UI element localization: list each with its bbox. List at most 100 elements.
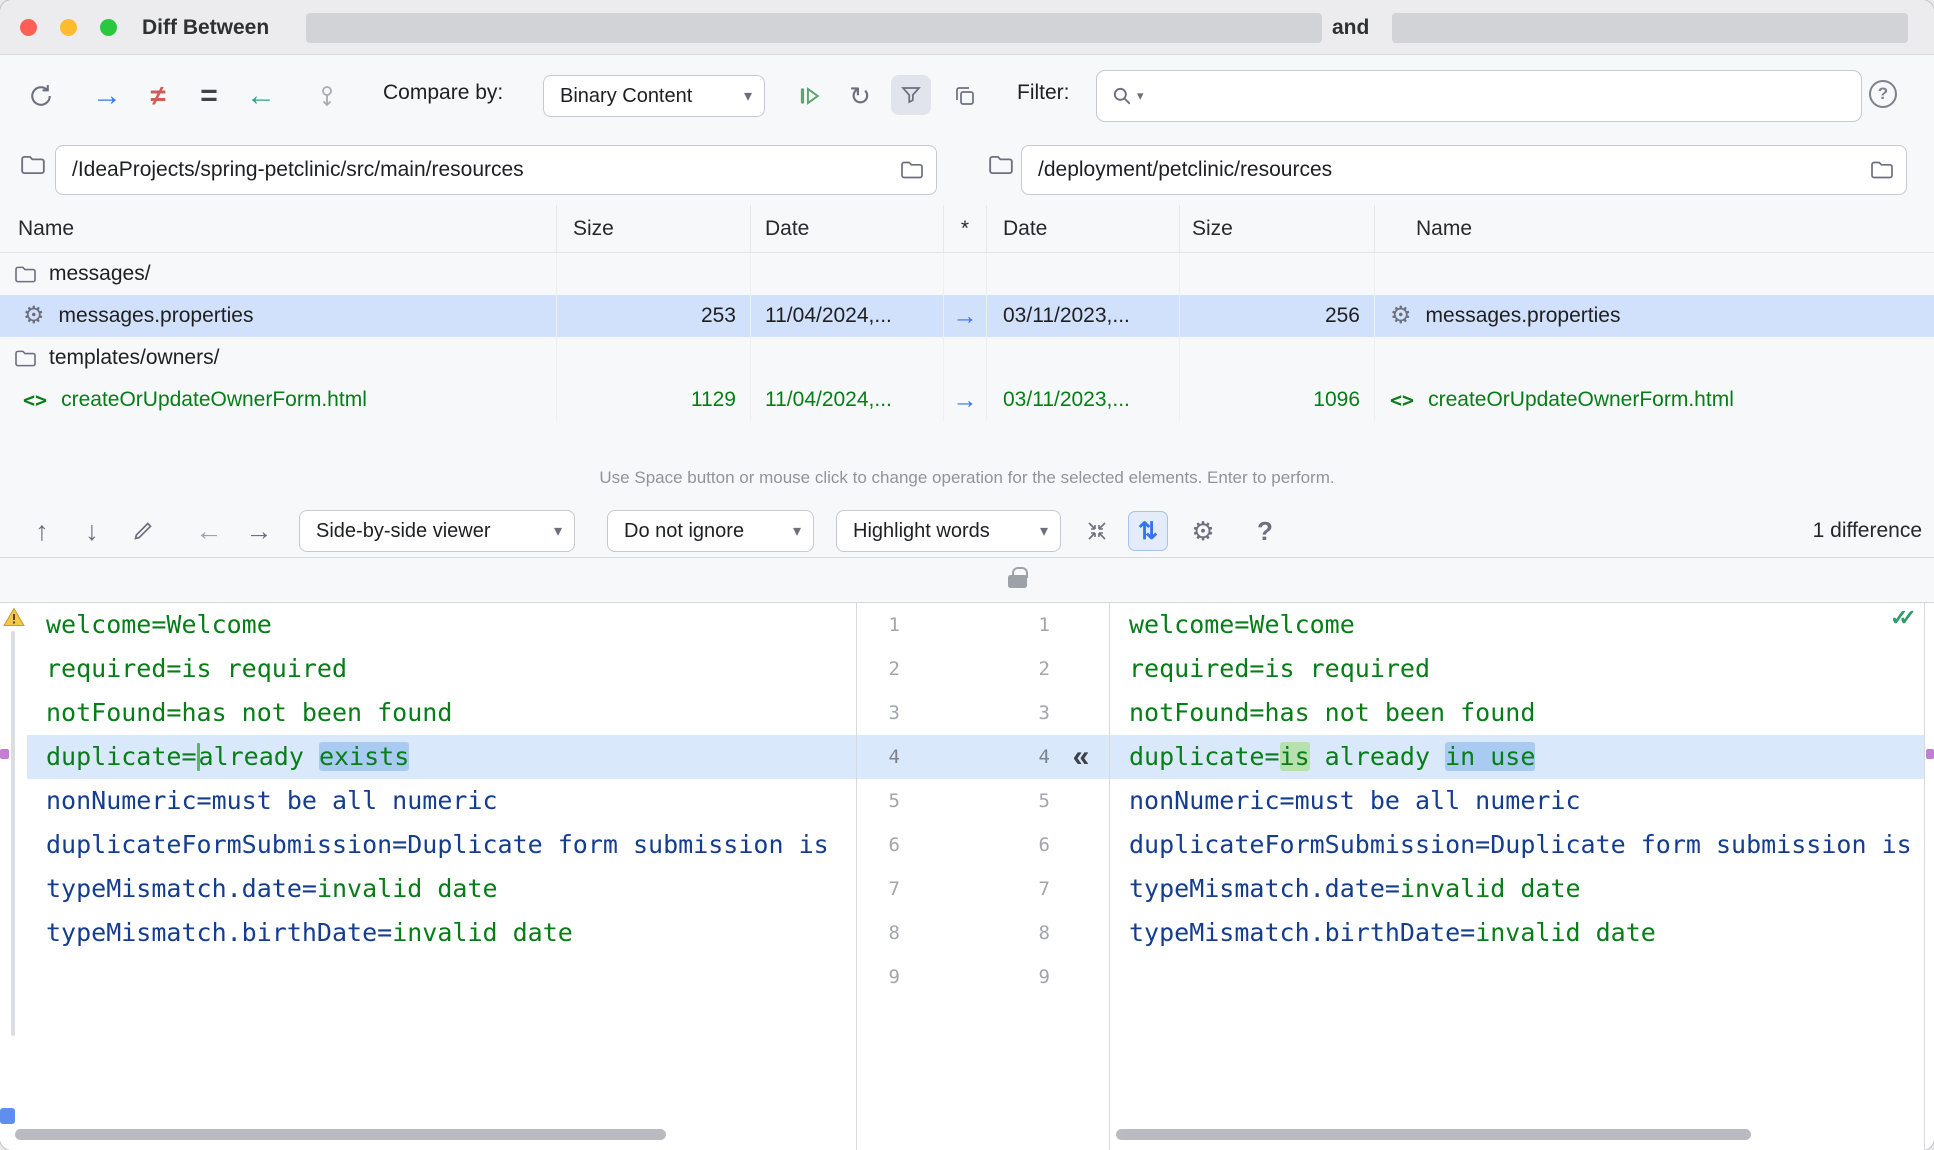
diff-window: Diff Between and → ≠ = ← Compare by: Bin…: [0, 0, 1934, 1150]
table-row[interactable]: ⚙ messages.properties 253 11/04/2024,... → 03…: [0, 295, 1934, 337]
column-header-date-left[interactable]: Date: [751, 205, 944, 252]
browse-folder-icon[interactable]: [1870, 160, 1894, 180]
help-button[interactable]: ?: [1869, 80, 1897, 108]
filter-search-input[interactable]: ▾: [1096, 70, 1862, 122]
compare-by-select[interactable]: Binary Content ▾: [543, 75, 765, 117]
column-header-name-left[interactable]: Name: [0, 205, 557, 252]
code-line[interactable]: required=is required: [27, 647, 856, 691]
apply-change-to-left-button[interactable]: «: [1058, 735, 1104, 779]
left-path-input[interactable]: /IdeaProjects/spring-petclinic/src/main/…: [55, 145, 937, 195]
operation-arrow-icon[interactable]: →: [953, 387, 978, 413]
header-label: Date: [1003, 216, 1048, 240]
warning-icon[interactable]: [3, 607, 25, 632]
change-marker[interactable]: [0, 749, 9, 759]
column-header-size-left[interactable]: Size: [557, 205, 751, 252]
code-line[interactable]: typeMismatch.date=invalid date: [1110, 867, 1924, 911]
table-row[interactable]: messages/: [0, 253, 1934, 295]
ignore-mode-select[interactable]: Do not ignore ▾: [607, 510, 814, 552]
close-button[interactable]: [20, 19, 37, 36]
collapse-unchanged-button[interactable]: [1078, 512, 1116, 550]
column-header-date-right[interactable]: Date: [987, 205, 1180, 252]
table-row[interactable]: <> createOrUpdateOwnerForm.html 1129 11/04/…: [0, 379, 1934, 421]
browse-folder-icon[interactable]: [900, 160, 924, 180]
change-marker[interactable]: [1926, 749, 1934, 759]
table-cell: 1129: [557, 379, 751, 421]
horizontal-scrollbar-right[interactable]: [1116, 1129, 1751, 1140]
pin-scroll-button[interactable]: [308, 77, 346, 115]
line-number-left: 6: [888, 834, 900, 856]
table-cell: [1375, 337, 1934, 379]
column-header-operation[interactable]: *: [944, 205, 987, 252]
table-cell: [1180, 253, 1375, 295]
table-cell: [557, 337, 751, 379]
file-date: 11/04/2024,...: [765, 304, 892, 327]
code-segment: duplicateFormSubmission=Duplicate form s…: [1129, 830, 1912, 859]
synchronize-button[interactable]: [22, 77, 60, 115]
code-line[interactable]: duplicateFormSubmission=Duplicate form s…: [1110, 823, 1924, 867]
highlight-mode-select[interactable]: Highlight words ▾: [836, 510, 1061, 552]
code-line[interactable]: nonNumeric=must be all numeric: [1110, 779, 1924, 823]
arrow-left-icon: ←: [195, 515, 223, 546]
edit-source-button[interactable]: [124, 512, 162, 550]
copy-to-right-button[interactable]: →: [88, 77, 126, 115]
table-cell: 1096: [1180, 379, 1375, 421]
run-comparison-button[interactable]: [790, 77, 828, 115]
code-line[interactable]: welcome=Welcome: [27, 603, 856, 647]
column-header-name-right[interactable]: Name: [1375, 205, 1934, 252]
next-difference-button[interactable]: →: [240, 512, 278, 550]
rescan-button[interactable]: ↻: [841, 77, 879, 115]
left-editor-pane[interactable]: welcome=Welcome required=is required notFo…: [27, 603, 857, 1150]
move-down-button[interactable]: ↓: [73, 512, 111, 550]
code-line[interactable]: nonNumeric=must be all numeric: [27, 779, 856, 823]
table-cell: 11/04/2024,...: [751, 295, 944, 337]
code-line[interactable]: welcome=Welcome: [1110, 603, 1924, 647]
move-up-button[interactable]: ↑: [23, 512, 61, 550]
previous-difference-button[interactable]: ←: [190, 512, 228, 550]
right-path-input[interactable]: /deployment/petclinic/resources: [1021, 145, 1907, 195]
code-line[interactable]: duplicateFormSubmission=Duplicate form s…: [27, 823, 856, 867]
code-line[interactable]: notFound=has not been found: [27, 691, 856, 735]
synchronize-scrolling-toggle[interactable]: ⇅: [1128, 511, 1168, 551]
code-line[interactable]: duplicate=is already in use: [1110, 735, 1924, 779]
titlebar[interactable]: Diff Between and: [0, 0, 1934, 55]
column-header-size-right[interactable]: Size: [1180, 205, 1375, 252]
equal-filter-button[interactable]: =: [190, 77, 228, 115]
file-size: 1096: [1313, 388, 1360, 411]
table-cell: [944, 253, 987, 295]
code-line[interactable]: typeMismatch.birthDate=invalid date: [27, 911, 856, 955]
right-editor-pane[interactable]: welcome=Welcome required=is required notFo…: [1110, 603, 1925, 1150]
table-row[interactable]: templates/owners/: [0, 337, 1934, 379]
code-segment: required=is required: [46, 654, 348, 683]
horizontal-scrollbar-left[interactable]: [15, 1129, 666, 1140]
code-line[interactable]: required=is required: [1110, 647, 1924, 691]
line-number-right: 9: [1038, 966, 1050, 988]
copy-button[interactable]: [946, 77, 984, 115]
operation-arrow-icon[interactable]: →: [953, 303, 978, 329]
folder-name: templates/owners/: [49, 346, 220, 369]
not-equal-filter-button[interactable]: ≠: [139, 77, 177, 115]
code-segment: is: [1279, 742, 1310, 771]
line-number-right: 6: [1038, 834, 1050, 856]
copy-to-left-button[interactable]: ←: [242, 77, 280, 115]
code-segment: in use: [1445, 742, 1536, 771]
header-label: Size: [573, 216, 614, 240]
pencil-icon: [134, 522, 152, 540]
code-line[interactable]: duplicate=already exists: [27, 735, 856, 779]
editor-settings-button[interactable]: ⚙: [1184, 512, 1222, 550]
zoom-button[interactable]: [100, 19, 117, 36]
code-line[interactable]: notFound=has not been found: [1110, 691, 1924, 735]
vertical-scrollbar[interactable]: [11, 631, 15, 1036]
code-line[interactable]: typeMismatch.birthDate=invalid date: [1110, 911, 1924, 955]
all-changes-resolved-icon[interactable]: ✓✓: [1890, 605, 1934, 631]
change-marker[interactable]: [0, 1108, 15, 1124]
table-cell: [987, 253, 1180, 295]
search-history-chevron-icon[interactable]: ▾: [1137, 88, 1144, 104]
viewer-mode-select[interactable]: Side-by-side viewer ▾: [299, 510, 575, 552]
filter-toggle-button[interactable]: [891, 75, 931, 115]
lock-icon[interactable]: [1008, 567, 1028, 588]
minimize-button[interactable]: [60, 19, 77, 36]
diff-help-button[interactable]: ?: [1246, 512, 1284, 550]
sync-scroll-icon: ⇅: [1137, 517, 1159, 545]
code-line[interactable]: typeMismatch.date=invalid date: [27, 867, 856, 911]
table-cell: [751, 253, 944, 295]
